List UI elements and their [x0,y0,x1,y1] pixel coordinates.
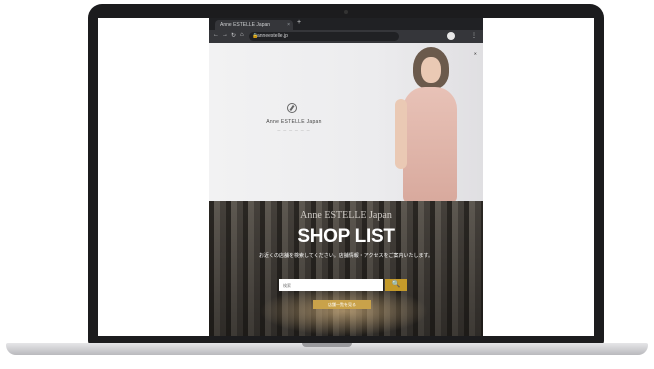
tab-title: Anne ESTELLE Japan [220,22,271,28]
menu-icon[interactable]: ⋮ [471,32,477,39]
profile-avatar[interactable] [447,32,455,40]
model-photo [395,47,465,201]
model-arm [395,99,407,169]
hero-brand-name: Anne ESTELLE Japan [266,119,322,125]
laptop-base [6,343,648,355]
model-dress [403,87,457,201]
laptop-screen: Anne ESTELLE Japan × + ← → ↻ ⌂ 🔒 anneest… [98,18,594,336]
browser-tab[interactable]: Anne ESTELLE Japan × [215,20,293,30]
address-bar[interactable]: 🔒 anneestelle.jp [249,32,399,41]
store-light [259,286,429,336]
lock-icon: 🔒 [252,33,259,39]
shop-brand-name: Anne ESTELLE Japan [300,210,392,221]
browser-toolbar: ← → ↻ ⌂ 🔒 anneestelle.jp ⋮ [209,30,483,43]
shop-list-button[interactable]: 店舗一覧を見る [313,300,371,309]
tab-close-icon[interactable]: × [287,20,290,30]
close-icon[interactable]: ✕ [474,51,477,56]
hero-banner: Anne ESTELLE Japan — — — — — — ✕ [209,43,483,201]
shop-description: お近くの店舗を検索してください。店舗情報・アクセスをご案内いたします。 [259,253,433,259]
search-button[interactable]: 🔍 [385,279,407,291]
hero-brand-subtitle: — — — — — — [277,128,311,132]
new-tab-icon[interactable]: + [297,19,301,26]
shop-search-input[interactable] [279,279,383,291]
address-text: anneestelle.jp [257,33,288,39]
tab-bar: Anne ESTELLE Japan × + [209,18,483,30]
laptop-notch [302,343,352,347]
model-face [421,57,441,83]
webcam-icon [344,10,348,14]
forward-icon[interactable]: → [222,32,228,38]
shop-list-title: SHOP LIST [297,226,395,247]
search-icon: 🔍 [391,281,401,288]
reload-icon[interactable]: ↻ [231,32,236,39]
browser-window: Anne ESTELLE Japan × + ← → ↻ ⌂ 🔒 anneest… [209,18,483,336]
back-icon[interactable]: ← [213,32,219,38]
laptop-lid: Anne ESTELLE Japan × + ← → ↻ ⌂ 🔒 anneest… [88,4,604,345]
home-icon[interactable]: ⌂ [240,32,244,38]
shop-list-section: Anne ESTELLE Japan SHOP LIST お近くの店舗を検索して… [209,201,483,336]
brand-logo-icon [287,103,297,113]
